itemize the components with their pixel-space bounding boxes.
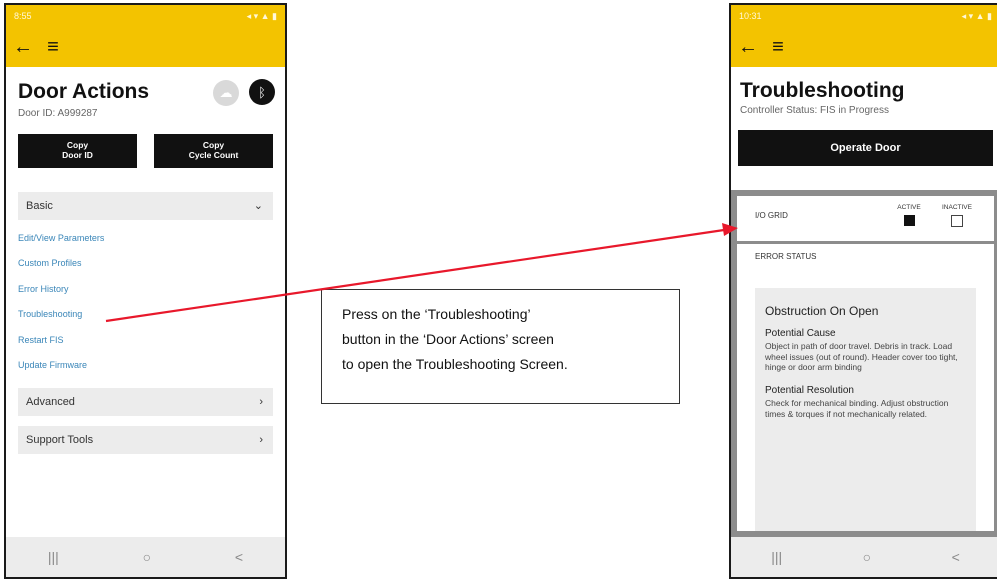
app-bar: ← ≡ (731, 27, 997, 67)
active-square-icon (903, 215, 915, 226)
status-bar: 8:55 ◂ ▾ ▲ ▮ (6, 5, 285, 27)
app-bar: ← ≡ (6, 27, 285, 67)
controller-status: Controller Status: FIS in Progress (740, 105, 889, 116)
hamburger-menu-icon[interactable]: ≡ (767, 37, 789, 57)
link-edit-view-parameters[interactable]: Edit/View Parameters (18, 226, 273, 252)
back-icon[interactable]: < (952, 549, 960, 565)
chevron-right-icon: › (259, 396, 263, 409)
back-arrow-icon[interactable]: ← (737, 37, 759, 57)
callout-line: to open the Troubleshooting Screen. (342, 356, 568, 372)
inactive-indicator: INACTIVE (940, 204, 974, 227)
android-nav-bar: ||| ○ < (6, 537, 285, 577)
status-icons: ◂ ▾ ▲ ▮ (961, 10, 992, 21)
error-title: Obstruction On Open (765, 304, 879, 318)
chevron-down-icon: ⌄ (253, 200, 263, 212)
potential-cause-label: Potential Cause (765, 328, 836, 339)
basic-label: Basic (26, 199, 53, 212)
hamburger-menu-icon[interactable]: ≡ (42, 37, 64, 57)
basic-section-header[interactable]: Basic ⌄ (18, 191, 273, 220)
inactive-square-icon (951, 215, 963, 227)
io-grid-label: I/O GRID (755, 211, 788, 220)
chevron-right-icon: › (259, 434, 263, 447)
advanced-section-header[interactable]: Advanced › (18, 388, 273, 417)
support-tools-section-header[interactable]: Support Tools › (18, 426, 273, 455)
status-time: 8:55 (14, 11, 32, 21)
error-status-card: ERROR STATUS Obstruction On Open Potenti… (737, 244, 994, 531)
error-status-label: ERROR STATUS (755, 252, 817, 261)
recent-apps-icon[interactable]: ||| (48, 549, 59, 565)
potential-resolution-text: Check for mechanical binding. Adjust obs… (765, 397, 949, 419)
callout-line: button in the ‘Door Actions’ screen (342, 331, 554, 347)
callout-line: Press on the ‘Troubleshooting’ (342, 306, 531, 322)
back-icon[interactable]: < (235, 549, 243, 565)
home-icon[interactable]: ○ (863, 549, 871, 565)
link-error-history[interactable]: Error History (18, 277, 273, 303)
link-custom-profiles[interactable]: Custom Profiles (18, 251, 273, 277)
page-title: Troubleshooting (740, 79, 905, 102)
door-actions-screen: 8:55 ◂ ▾ ▲ ▮ ← ≡ Door Actions ☁ ᛒ Door ID… (4, 3, 287, 579)
link-restart-fis[interactable]: Restart FIS (18, 328, 273, 354)
error-details-box: Obstruction On Open Potential Cause Obje… (755, 288, 976, 531)
support-tools-label: Support Tools (26, 434, 94, 447)
status-time: 10:31 (739, 11, 762, 21)
recent-apps-icon[interactable]: ||| (771, 549, 782, 565)
status-icons: ◂ ▾ ▲ ▮ (246, 10, 277, 21)
copy-door-id-button[interactable]: Copy Door ID (18, 133, 137, 168)
door-id: Door ID: A999287 (18, 107, 98, 119)
instruction-callout: Press on the ‘Troubleshooting’ button in… (321, 289, 680, 404)
home-icon[interactable]: ○ (143, 549, 151, 565)
potential-resolution-label: Potential Resolution (765, 384, 854, 396)
troubleshooting-panel: I/O GRID ACTIVE INACTIVE ERROR STATUS Ob… (731, 190, 997, 537)
link-update-firmware[interactable]: Update Firmware (18, 353, 273, 379)
copy-cycle-count-button[interactable]: Copy Cycle Count (154, 133, 273, 168)
advanced-label: Advanced (26, 396, 75, 409)
operate-door-button[interactable]: Operate Door (738, 130, 993, 166)
basic-links: Edit/View Parameters Custom Profiles Err… (6, 220, 285, 380)
page-title: Door Actions (18, 80, 150, 104)
potential-cause-text: Object in path of door travel. Debris in… (765, 341, 958, 373)
link-troubleshooting[interactable]: Troubleshooting (18, 302, 273, 328)
troubleshooting-screen: 10:31 ◂ ▾ ▲ ▮ ← ≡ Troubleshooting Contro… (729, 3, 997, 579)
io-grid-card: I/O GRID ACTIVE INACTIVE (737, 196, 994, 241)
android-nav-bar: ||| ○ < (731, 537, 997, 577)
status-bar: 10:31 ◂ ▾ ▲ ▮ (731, 5, 997, 27)
active-indicator: ACTIVE (892, 204, 926, 226)
bluetooth-icon[interactable]: ᛒ (249, 79, 275, 105)
back-arrow-icon[interactable]: ← (12, 37, 34, 57)
cloud-icon[interactable]: ☁ (213, 79, 239, 106)
